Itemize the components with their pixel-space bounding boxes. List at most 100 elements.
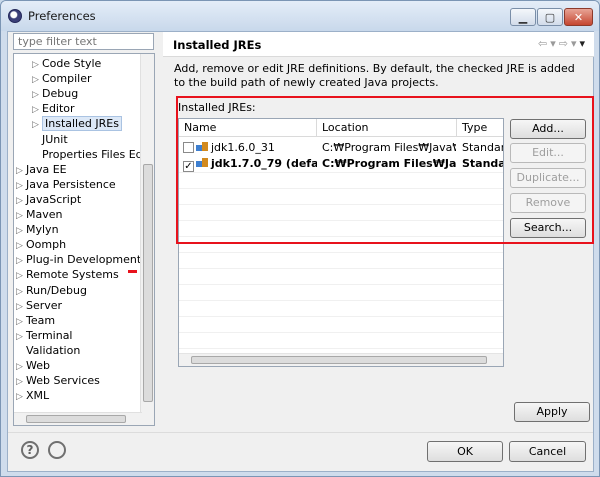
expand-arrow-icon[interactable]: ▷ bbox=[16, 269, 26, 284]
tree-item[interactable]: Validation bbox=[16, 343, 80, 358]
apply-button[interactable]: Apply bbox=[514, 402, 590, 422]
ok-button[interactable]: OK bbox=[427, 441, 503, 462]
tree-item[interactable]: JUnit bbox=[32, 132, 68, 147]
duplicate-button[interactable]: Duplicate... bbox=[510, 168, 586, 188]
close-button[interactable]: ✕ bbox=[564, 8, 593, 26]
tree-item-label: Server bbox=[26, 298, 63, 312]
edit-button[interactable]: Edit... bbox=[510, 143, 586, 163]
tree-item[interactable]: ▷ Java Persistence bbox=[16, 177, 116, 192]
expand-arrow-icon[interactable]: ▷ bbox=[32, 103, 42, 118]
expand-arrow-icon[interactable]: ▷ bbox=[16, 390, 26, 405]
installed-jres-label: Installed JREs: bbox=[178, 101, 256, 114]
tree-item-label: Java EE bbox=[26, 162, 67, 176]
expand-arrow-icon[interactable]: ▷ bbox=[16, 285, 26, 300]
expand-arrow-icon[interactable]: ▷ bbox=[16, 375, 26, 390]
tree-horizontal-scrollbar[interactable] bbox=[14, 412, 142, 425]
red-marker bbox=[128, 270, 137, 273]
jre-checkbox[interactable] bbox=[183, 142, 194, 153]
tree-hscroll-thumb[interactable] bbox=[26, 415, 126, 423]
tree-item[interactable]: ▷ Server bbox=[16, 298, 62, 313]
tree-item[interactable]: ▷ XML bbox=[16, 388, 49, 403]
tree-item-label: Run/Debug bbox=[26, 283, 87, 297]
tree-item[interactable]: ▷ JavaScript bbox=[16, 192, 81, 207]
tree-item[interactable]: ▷ Debug bbox=[32, 86, 78, 101]
back-menu-icon[interactable]: ▾ bbox=[550, 37, 559, 50]
expand-arrow-icon[interactable]: ▷ bbox=[32, 58, 42, 73]
eclipse-app-icon bbox=[8, 9, 22, 23]
column-header-name[interactable]: Name bbox=[179, 119, 317, 137]
tree-item[interactable]: ▷ Oomph bbox=[16, 237, 66, 252]
column-header-location[interactable]: Location bbox=[317, 119, 457, 137]
expand-arrow-icon[interactable]: ▷ bbox=[16, 300, 26, 315]
add-button[interactable]: Add... bbox=[510, 119, 586, 139]
table-gridline bbox=[179, 268, 503, 269]
tree-item[interactable]: ▷ Code Style bbox=[32, 56, 101, 71]
jre-type-cell: Standard bbox=[462, 141, 503, 154]
tree-item[interactable]: ▷ Maven bbox=[16, 207, 62, 222]
expand-arrow-icon[interactable]: ▷ bbox=[16, 209, 26, 224]
table-gridline bbox=[179, 172, 503, 173]
table-row[interactable]: ✓ jdk1.7.0_79 (default) C:₩Program Files₩J… bbox=[179, 156, 503, 172]
jre-library-icon bbox=[196, 142, 209, 152]
tree-item[interactable]: ▷ Java EE bbox=[16, 162, 67, 177]
remove-button[interactable]: Remove bbox=[510, 193, 586, 213]
jre-type-cell: Standard bbox=[462, 157, 503, 170]
jre-location-cell: C:₩Program Files₩Java₩... bbox=[322, 157, 456, 170]
expand-arrow-icon[interactable]: ▷ bbox=[16, 330, 26, 345]
minimize-button[interactable]: ▁ bbox=[510, 8, 536, 26]
tree-item-label: Team bbox=[26, 313, 56, 327]
view-menu-icon[interactable]: ▾ bbox=[579, 37, 588, 50]
jre-checkbox[interactable]: ✓ bbox=[183, 161, 194, 172]
tree-item[interactable]: ▷ Web Services bbox=[16, 373, 100, 388]
tree-item-label: JavaScript bbox=[26, 192, 82, 206]
table-row[interactable]: jdk1.6.0_31 C:₩Program Files₩Java₩jd... St… bbox=[179, 140, 503, 156]
table-hscroll-thumb[interactable] bbox=[191, 356, 487, 364]
table-gridline bbox=[179, 204, 503, 205]
jre-location-cell: C:₩Program Files₩Java₩jd... bbox=[322, 141, 456, 154]
table-gridline bbox=[179, 316, 503, 317]
tree-item[interactable]: ▷ Web bbox=[16, 358, 50, 373]
search-button[interactable]: Search... bbox=[510, 218, 586, 238]
tree-item[interactable]: ▷ Compiler bbox=[32, 71, 92, 86]
tree-item[interactable]: ▷ Terminal bbox=[16, 328, 73, 343]
table-gridline bbox=[179, 236, 503, 237]
tree-vertical-scrollbar[interactable] bbox=[140, 54, 154, 425]
tree-item[interactable]: ▷ Plug-in Development bbox=[16, 252, 141, 267]
back-arrow-icon[interactable]: ⇦ bbox=[538, 37, 550, 50]
expand-arrow-icon[interactable]: ▷ bbox=[32, 73, 42, 88]
help-icon[interactable]: ? bbox=[21, 441, 39, 459]
forward-arrow-icon[interactable]: ⇨ bbox=[559, 37, 571, 50]
tree-item[interactable]: Properties Files Editor bbox=[32, 147, 154, 162]
expand-arrow-icon[interactable]: ▷ bbox=[16, 239, 26, 254]
minimize-icon: ▁ bbox=[518, 10, 528, 24]
maximize-button[interactable]: ▢ bbox=[537, 8, 563, 26]
tree-item[interactable]: ▷ Installed JREs bbox=[32, 116, 122, 133]
table-horizontal-scrollbar[interactable] bbox=[179, 353, 503, 366]
close-icon: ✕ bbox=[573, 10, 584, 24]
column-header-type[interactable]: Type bbox=[457, 119, 503, 137]
tree-item-label: XML bbox=[26, 389, 50, 403]
page-title: Installed JREs bbox=[173, 38, 262, 52]
tree-item[interactable]: ▷ Run/Debug bbox=[16, 283, 87, 298]
expand-arrow-icon[interactable]: ▷ bbox=[16, 315, 26, 330]
preferences-window: Preferences ▁ ▢ ✕ ▷XML▷Web Services▷WebV… bbox=[0, 0, 600, 477]
tree-item[interactable]: ▷ Mylyn bbox=[16, 222, 59, 237]
tree-item-label: Terminal bbox=[26, 328, 73, 342]
expand-arrow-icon[interactable]: ▷ bbox=[32, 88, 42, 103]
expand-arrow-icon[interactable]: ▷ bbox=[16, 254, 26, 269]
tree-vscroll-thumb[interactable] bbox=[143, 164, 153, 402]
expand-arrow-icon[interactable]: ▷ bbox=[16, 164, 26, 179]
tree-item[interactable]: ▷ Remote Systems bbox=[16, 267, 119, 282]
filter-input[interactable] bbox=[13, 33, 154, 50]
expand-arrow-icon[interactable]: ▷ bbox=[16, 224, 26, 239]
expand-arrow-icon[interactable]: ▷ bbox=[16, 194, 26, 209]
maximize-icon: ▢ bbox=[544, 10, 556, 24]
title-bar[interactable]: Preferences ▁ ▢ ✕ bbox=[1, 1, 599, 31]
expand-arrow-icon[interactable]: ▷ bbox=[16, 360, 26, 375]
cancel-button[interactable]: Cancel bbox=[509, 441, 586, 462]
tree-item[interactable]: ▷ Editor bbox=[32, 101, 75, 116]
expand-arrow-icon[interactable]: ▷ bbox=[16, 179, 26, 194]
import-export-icon[interactable] bbox=[48, 441, 66, 459]
expand-arrow-icon[interactable]: ▷ bbox=[32, 118, 42, 133]
tree-item[interactable]: ▷ Team bbox=[16, 313, 55, 328]
